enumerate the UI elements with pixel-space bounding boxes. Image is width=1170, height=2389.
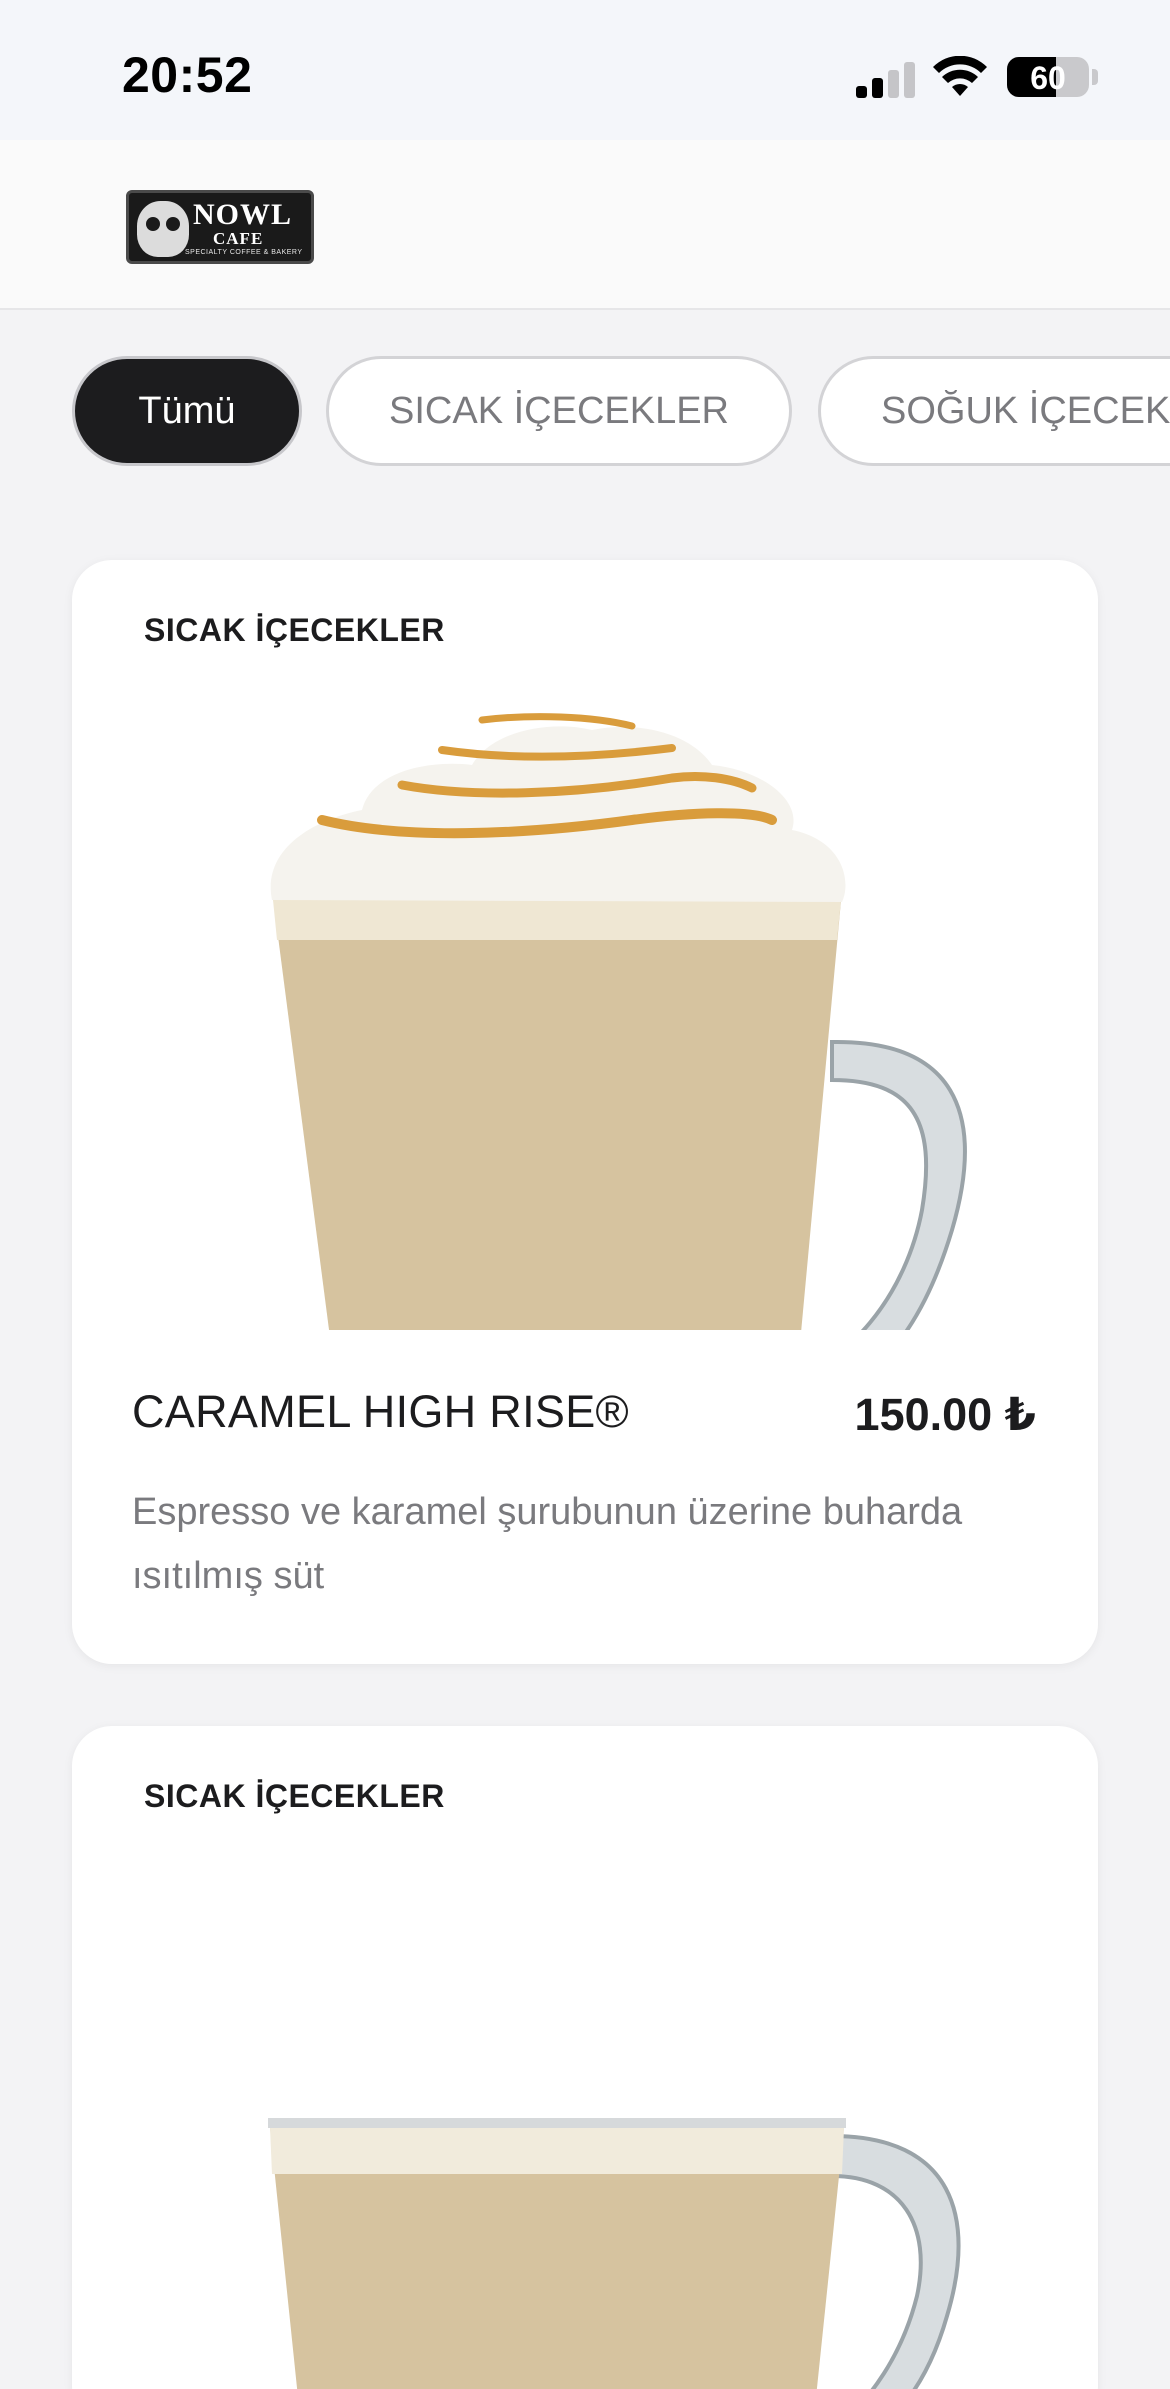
category-chip-all[interactable]: Tümü [72,356,302,466]
logo-tagline: SPECIALTY COFFEE & BAKERY [185,249,303,256]
product-price: 150.00 ₺ [854,1389,1036,1440]
cellular-signal-icon [856,58,916,98]
product-card[interactable]: SICAK İÇECEKLER [72,1726,1098,2389]
owl-icon [137,201,189,257]
category-chip-hot-drinks[interactable]: SICAK İÇECEKLER [326,356,792,466]
product-card[interactable]: SICAK İÇECEKLER CARAMEL HIGH RISE® 150.0… [72,560,1098,1664]
status-bar: 20:52 60 [0,0,1170,140]
status-time: 20:52 [122,47,253,103]
product-category: SICAK İÇECEKLER [144,1778,445,1814]
product-category: SICAK İÇECEKLER [144,612,445,648]
product-name: CARAMEL HIGH RISE® [132,1386,629,1437]
product-image [268,2118,961,2389]
product-image [270,713,967,1330]
product-description: Espresso ve karamel şurubunun üzerine bu… [132,1491,963,1597]
battery-icon: 60 [1007,57,1089,97]
category-filter-bar[interactable]: Tümü SICAK İÇECEKLER SOĞUK İÇECEKLER [72,356,1170,468]
logo-title: NOWL [193,198,293,231]
battery-tip [1092,69,1098,85]
category-chip-cold-drinks[interactable]: SOĞUK İÇECEKLER [818,356,1170,466]
nowl-cafe-logo[interactable]: NOWL CAFE SPECIALTY COFFEE & BAKERY [126,190,314,264]
battery-level: 60 [1030,60,1066,96]
app-header: NOWL CAFE SPECIALTY COFFEE & BAKERY [0,140,1170,310]
wifi-icon [933,56,987,96]
logo-subtitle: CAFE [213,229,264,248]
